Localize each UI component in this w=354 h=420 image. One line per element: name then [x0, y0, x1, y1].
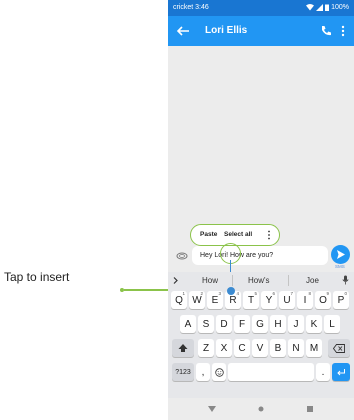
key-a[interactable]: A: [180, 315, 196, 333]
key-h[interactable]: H: [270, 315, 286, 333]
carrier-time: cricket 3:46: [173, 4, 209, 11]
key-n[interactable]: N: [288, 339, 304, 357]
suggestion-strip: How How's Joe: [168, 272, 354, 288]
app-bar: Lori Ellis: [168, 16, 354, 46]
key-label: R: [229, 294, 237, 306]
key-number-hint: 1: [182, 291, 185, 296]
microphone-icon[interactable]: [342, 275, 349, 285]
compose-bar: Hey Lori! How are you? SMS: [168, 243, 354, 269]
key-j[interactable]: J: [288, 315, 304, 333]
enter-key[interactable]: [332, 363, 350, 381]
more-vert-icon[interactable]: [267, 229, 271, 241]
enter-icon: [337, 369, 345, 376]
chevron-right-icon[interactable]: [171, 276, 180, 285]
key-row-3: ZXCVBNM: [168, 339, 354, 357]
home-icon[interactable]: [258, 406, 264, 412]
key-v[interactable]: V: [252, 339, 268, 357]
key-label: O: [319, 294, 327, 306]
key-number-hint: 4: [236, 291, 239, 296]
send-button[interactable]: [331, 245, 350, 264]
key-label: E: [211, 294, 219, 306]
shift-key[interactable]: [172, 339, 194, 357]
key-s[interactable]: S: [198, 315, 214, 333]
emoji-key[interactable]: [212, 363, 226, 381]
key-number-hint: 9: [326, 291, 329, 296]
key-o[interactable]: O9: [315, 291, 331, 309]
key-number-hint: 7: [290, 291, 293, 296]
backspace-icon: [333, 343, 345, 353]
key-i[interactable]: I8: [297, 291, 313, 309]
key-z[interactable]: Z: [198, 339, 214, 357]
battery-icon: [325, 4, 330, 11]
key-c[interactable]: C: [234, 339, 250, 357]
phone-screen: cricket 3:46 100% Lori Ellis Paste Selec…: [168, 0, 354, 420]
key-g[interactable]: G: [252, 315, 268, 333]
comma-key[interactable]: ,: [196, 363, 210, 381]
recents-icon[interactable]: [307, 406, 313, 412]
suggestion-3[interactable]: Joe: [306, 276, 319, 285]
key-q[interactable]: Q1: [171, 291, 187, 309]
navigation-bar: [168, 398, 354, 420]
key-row-4: ?123 , .: [168, 363, 354, 381]
key-k[interactable]: K: [306, 315, 322, 333]
symbols-key[interactable]: ?123: [172, 363, 194, 381]
key-w[interactable]: W2: [189, 291, 205, 309]
emoji-icon: [214, 367, 224, 377]
key-number-hint: 5: [254, 291, 257, 296]
key-e[interactable]: E3: [207, 291, 223, 309]
select-all-button[interactable]: Select all: [224, 231, 252, 238]
key-number-hint: 2: [200, 291, 203, 296]
period-key[interactable]: .: [316, 363, 330, 381]
wifi-icon: [306, 4, 315, 11]
key-row-1: Q1W2E3R4T5Y6U7I8O9P0: [168, 291, 354, 309]
key-l[interactable]: L: [324, 315, 340, 333]
suggestion-1[interactable]: How: [202, 276, 218, 285]
keyboard: How How's Joe Q1W2E3R4T5Y6U7I8O9P0 ASDFG…: [168, 272, 354, 398]
send-icon: [337, 250, 345, 259]
key-number-hint: 0: [344, 291, 347, 296]
key-d[interactable]: D: [216, 315, 232, 333]
suggestion-divider: [288, 275, 289, 286]
arrow-left-icon[interactable]: [175, 23, 191, 39]
key-m[interactable]: M: [306, 339, 322, 357]
key-number-hint: 3: [218, 291, 221, 296]
attachment-icon[interactable]: [176, 252, 188, 260]
key-t[interactable]: T5: [243, 291, 259, 309]
callout-label: Tap to insert: [4, 270, 70, 284]
system-indicators: 100%: [306, 4, 349, 11]
key-p[interactable]: P0: [333, 291, 349, 309]
key-y[interactable]: Y6: [261, 291, 277, 309]
suggestion-divider: [232, 275, 233, 286]
status-bar: cricket 3:46 100%: [168, 0, 354, 16]
more-vert-icon[interactable]: [340, 24, 346, 38]
key-u[interactable]: U7: [279, 291, 295, 309]
shift-icon: [178, 344, 188, 352]
backspace-key[interactable]: [328, 339, 350, 357]
key-label: I: [303, 294, 307, 306]
key-number-hint: 8: [308, 291, 311, 296]
send-mode-label: SMS: [335, 264, 345, 269]
back-triangle-icon[interactable]: [208, 406, 216, 412]
space-key[interactable]: [228, 363, 314, 381]
key-x[interactable]: X: [216, 339, 232, 357]
key-row-2: ASDFGHJKL: [168, 315, 354, 333]
key-label: Q: [175, 294, 183, 306]
key-label: P: [337, 294, 345, 306]
key-label: W: [192, 294, 202, 306]
key-label: U: [283, 294, 291, 306]
key-f[interactable]: F: [234, 315, 250, 333]
signal-icon: [316, 4, 324, 11]
suggestion-2[interactable]: How's: [248, 276, 270, 285]
message-input[interactable]: Hey Lori! How are you?: [192, 246, 328, 265]
paste-button[interactable]: Paste: [200, 231, 217, 238]
key-number-hint: 6: [272, 291, 275, 296]
conversation-title: Lori Ellis: [205, 25, 248, 36]
battery-percent: 100%: [331, 4, 349, 11]
key-b[interactable]: B: [270, 339, 286, 357]
key-label: T: [247, 294, 255, 306]
phone-icon[interactable]: [320, 25, 332, 37]
key-label: Y: [265, 294, 273, 306]
cursor-handle[interactable]: [227, 287, 235, 295]
